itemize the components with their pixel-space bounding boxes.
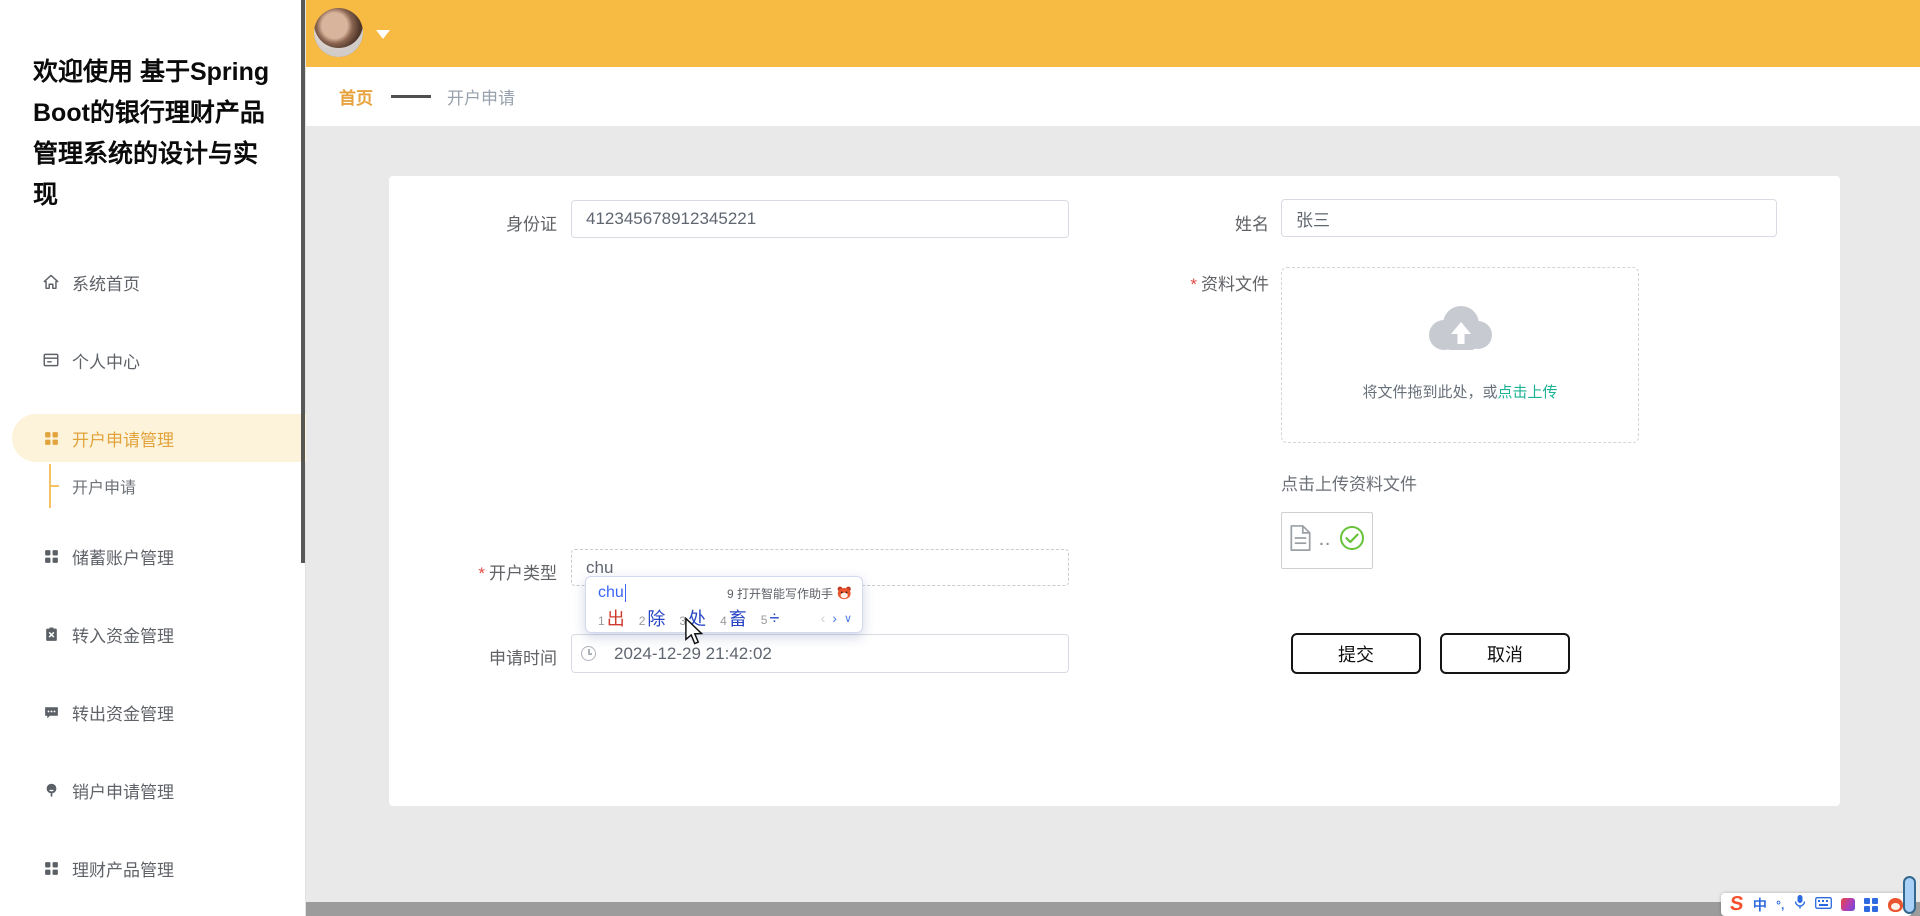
cancel-button[interactable]: 取消 (1440, 633, 1570, 674)
sidebar-item-transfer-in-mgmt[interactable]: 转入资金管理 (0, 610, 306, 658)
sidebar-item-label: 销户申请管理 (72, 778, 174, 803)
app-root: 欢迎使用 基于SpringBoot的银行理财产品管理系统的设计与实现 系统首页 … (0, 0, 1920, 916)
sidebar-scrollbar-thumb[interactable] (301, 0, 305, 563)
ime-candidate-1[interactable]: 1出 (598, 605, 625, 631)
sidebar: 欢迎使用 基于SpringBoot的银行理财产品管理系统的设计与实现 系统首页 … (0, 0, 306, 916)
breadcrumb-current: 开户申请 (447, 84, 515, 109)
sidebar-item-label: 个人中心 (72, 348, 140, 373)
ime-prev-page-icon[interactable]: ‹ (821, 610, 826, 626)
grid-icon (42, 547, 60, 565)
sidebar-item-home[interactable]: 系统首页 (0, 258, 306, 306)
ime-candidate-2[interactable]: 2除 (639, 605, 666, 631)
apply-time-label: 申请时间 (389, 644, 557, 669)
chat-bubble-icon (42, 703, 60, 721)
required-marker: * (1190, 275, 1197, 294)
ime-assistant-hint[interactable]: 9 打开智能写作助手 (727, 585, 852, 602)
sidebar-subitem-account-open[interactable]: 开户申请 (0, 464, 306, 508)
scrollbar-thumb[interactable] (1903, 876, 1916, 914)
ime-candidate-5[interactable]: 5÷ (761, 608, 780, 629)
panel-icon (42, 351, 60, 369)
required-marker: * (478, 564, 485, 583)
sidebar-item-label: 转入资金管理 (72, 622, 174, 647)
id-card-label: 身份证 (449, 210, 557, 235)
ime-candidate-row: 1出 2除 3处 4畜 5÷ ‹ › ∨ (598, 605, 852, 631)
breadcrumb-home-link[interactable]: 首页 (339, 84, 373, 109)
sidebar-item-label: 系统首页 (72, 270, 140, 295)
sidebar-item-account-close-mgmt[interactable]: 销户申请管理 (0, 766, 306, 814)
ime-candidate-popup: chu 9 打开智能写作助手 1出 2除 3处 4畜 5÷ ‹ › ∨ (585, 576, 863, 633)
grid-icon (42, 429, 60, 447)
sidebar-welcome-title: 欢迎使用 基于SpringBoot的银行理财产品管理系统的设计与实现 (33, 52, 271, 216)
ime-candidate-4[interactable]: 4畜 (720, 605, 747, 631)
sogou-logo-icon[interactable]: S (1729, 894, 1744, 914)
file-name-ellipsis: .. (1319, 532, 1331, 549)
ai-assistant-icon[interactable] (1888, 898, 1903, 912)
apply-time-input[interactable] (571, 634, 1069, 673)
clipboard-x-icon (42, 625, 60, 643)
breadcrumb-separator (391, 95, 431, 98)
sidebar-item-personal-center[interactable]: 个人中心 (0, 336, 306, 384)
sidebar-item-label: 储蓄账户管理 (72, 544, 174, 569)
avatar[interactable] (314, 8, 363, 57)
chevron-down-icon[interactable] (376, 30, 390, 39)
sidebar-item-savings-account-mgmt[interactable]: 储蓄账户管理 (0, 532, 306, 580)
sidebar-item-label: 理财产品管理 (72, 856, 174, 881)
name-input[interactable] (1281, 199, 1777, 237)
clock-icon (581, 646, 596, 661)
microphone-icon[interactable] (1794, 894, 1806, 915)
punctuation-mode-icon[interactable]: °, (1776, 898, 1784, 912)
document-icon (1289, 524, 1312, 557)
sidebar-item-transfer-out-mgmt[interactable]: 转出资金管理 (0, 688, 306, 736)
upload-drag-text: 将文件拖到此处，或点击上传 (1282, 381, 1638, 402)
toolbox-icon[interactable] (1864, 898, 1878, 912)
upload-hint-text: 点击上传资料文件 (1281, 470, 1417, 495)
breadcrumb: 首页 开户申请 (306, 67, 1920, 126)
id-card-input[interactable] (571, 200, 1069, 238)
ime-page-nav: ‹ › ∨ (821, 610, 852, 626)
sidebar-item-wealth-product-mgmt[interactable]: 理财产品管理 (0, 844, 306, 892)
ime-expand-icon[interactable]: ∨ (844, 612, 852, 625)
grid-icon (42, 859, 60, 877)
virtual-keyboard-icon[interactable] (1815, 896, 1832, 914)
account-open-form-card: 身份证 姓名 *资料文件 将文件拖到此处，或点击上传 点击上传资 (389, 176, 1840, 806)
ime-pinyin-text: chu (598, 584, 626, 602)
upload-success-check-icon (1339, 525, 1365, 556)
uploaded-file-chip[interactable]: .. (1281, 512, 1373, 569)
sidebar-subitem-label: 开户申请 (72, 474, 136, 498)
pin-icon (42, 781, 60, 799)
home-icon (42, 273, 60, 291)
name-label: 姓名 (1159, 210, 1269, 235)
ime-composition-row: chu 9 打开智能写作助手 (598, 581, 852, 605)
chinese-mode-icon[interactable]: 中 (1753, 895, 1767, 915)
ime-next-page-icon[interactable]: › (832, 610, 837, 626)
account-type-label: *开户类型 (389, 559, 557, 584)
file-dropzone[interactable]: 将文件拖到此处，或点击上传 (1281, 267, 1639, 443)
ime-candidate-3[interactable]: 3处 (679, 605, 706, 631)
ai-assistant-icon (837, 586, 852, 600)
submit-button[interactable]: 提交 (1291, 633, 1421, 674)
ime-toolbar: S 中 °, (1721, 893, 1912, 916)
file-label: *资料文件 (1089, 270, 1269, 295)
upload-link[interactable]: 点击上传 (1498, 384, 1558, 401)
upload-cloud-icon (1282, 302, 1638, 354)
top-header-bar (306, 0, 1920, 67)
sidebar-item-account-open-mgmt[interactable]: 开户申请管理 (12, 414, 306, 462)
sidebar-item-label: 转出资金管理 (72, 700, 174, 725)
sidebar-item-label: 开户申请管理 (72, 426, 174, 451)
skin-icon[interactable] (1841, 898, 1855, 911)
bottom-edge-strip (306, 902, 1920, 916)
active-guide-tick (49, 485, 59, 487)
